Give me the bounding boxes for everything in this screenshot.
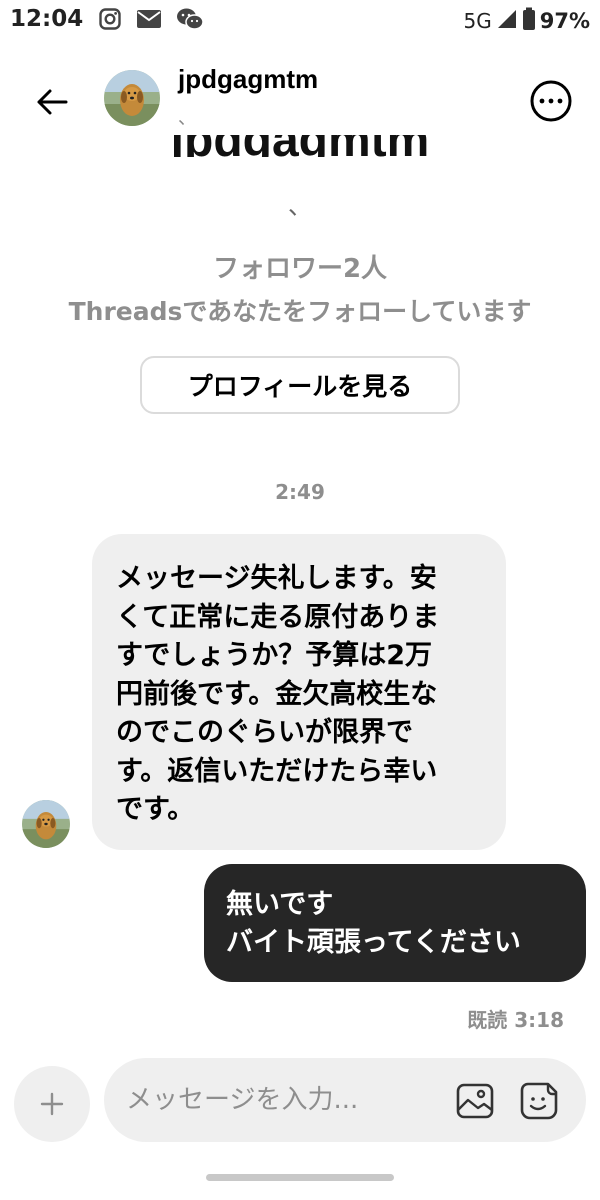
status-bar: 12:04 5G 97%: [0, 0, 600, 44]
incoming-message-text: メッセージ失礼します。安 くて正常に走る原付ありま すでしょうか？予算は2万 円…: [116, 563, 440, 825]
system-icons: 5G 97%: [463, 7, 590, 35]
threads-follow-note: Threadsであなたをフォローしています: [68, 297, 532, 326]
sender-avatar[interactable]: [22, 800, 70, 848]
add-attachment-button[interactable]: [14, 1066, 90, 1142]
message-input[interactable]: [126, 1080, 436, 1120]
outgoing-message-bubble[interactable]: 無いです バイト頑張ってください: [204, 864, 586, 982]
sticker-icon: [520, 1082, 558, 1120]
mail-icon: [136, 8, 162, 34]
network-label: 5G: [463, 9, 492, 33]
status-time: 12:04: [10, 6, 84, 32]
instagram-icon: [98, 7, 122, 35]
more-icon: [530, 80, 572, 122]
sticker-button[interactable]: [518, 1080, 560, 1122]
avatar[interactable]: [104, 70, 160, 126]
image-icon: [456, 1083, 494, 1119]
more-options-button[interactable]: [528, 78, 574, 124]
notification-icons: [98, 8, 204, 34]
header-subtitle: 、: [178, 108, 196, 129]
home-indicator[interactable]: [206, 1174, 394, 1181]
back-arrow-icon: [37, 89, 68, 115]
followers-count: フォロワー2人: [212, 254, 388, 284]
outgoing-message-text: 無いです バイト頑張ってください: [226, 889, 521, 958]
header-username[interactable]: jpdgagmtm: [178, 64, 318, 95]
incoming-message-bubble[interactable]: メッセージ失礼します。安 くて正常に走る原付ありま すでしょうか？予算は2万 円…: [92, 534, 506, 850]
gallery-button[interactable]: [454, 1080, 496, 1122]
profile-name-clipped: jpdgagmtm: [0, 135, 600, 157]
signal-icon: [496, 8, 518, 34]
back-button[interactable]: [30, 80, 74, 124]
battery-percent: 97%: [539, 9, 590, 33]
read-receipt: 既読 3:18: [467, 1008, 564, 1032]
view-profile-button[interactable]: プロフィールを見る: [140, 356, 460, 414]
profile-mark: 、: [288, 192, 312, 220]
message-timestamp: 2:49: [275, 480, 325, 504]
battery-icon: [522, 7, 536, 35]
wechat-icon: [176, 7, 204, 35]
message-composer: [104, 1058, 586, 1142]
plus-icon: [40, 1092, 64, 1116]
